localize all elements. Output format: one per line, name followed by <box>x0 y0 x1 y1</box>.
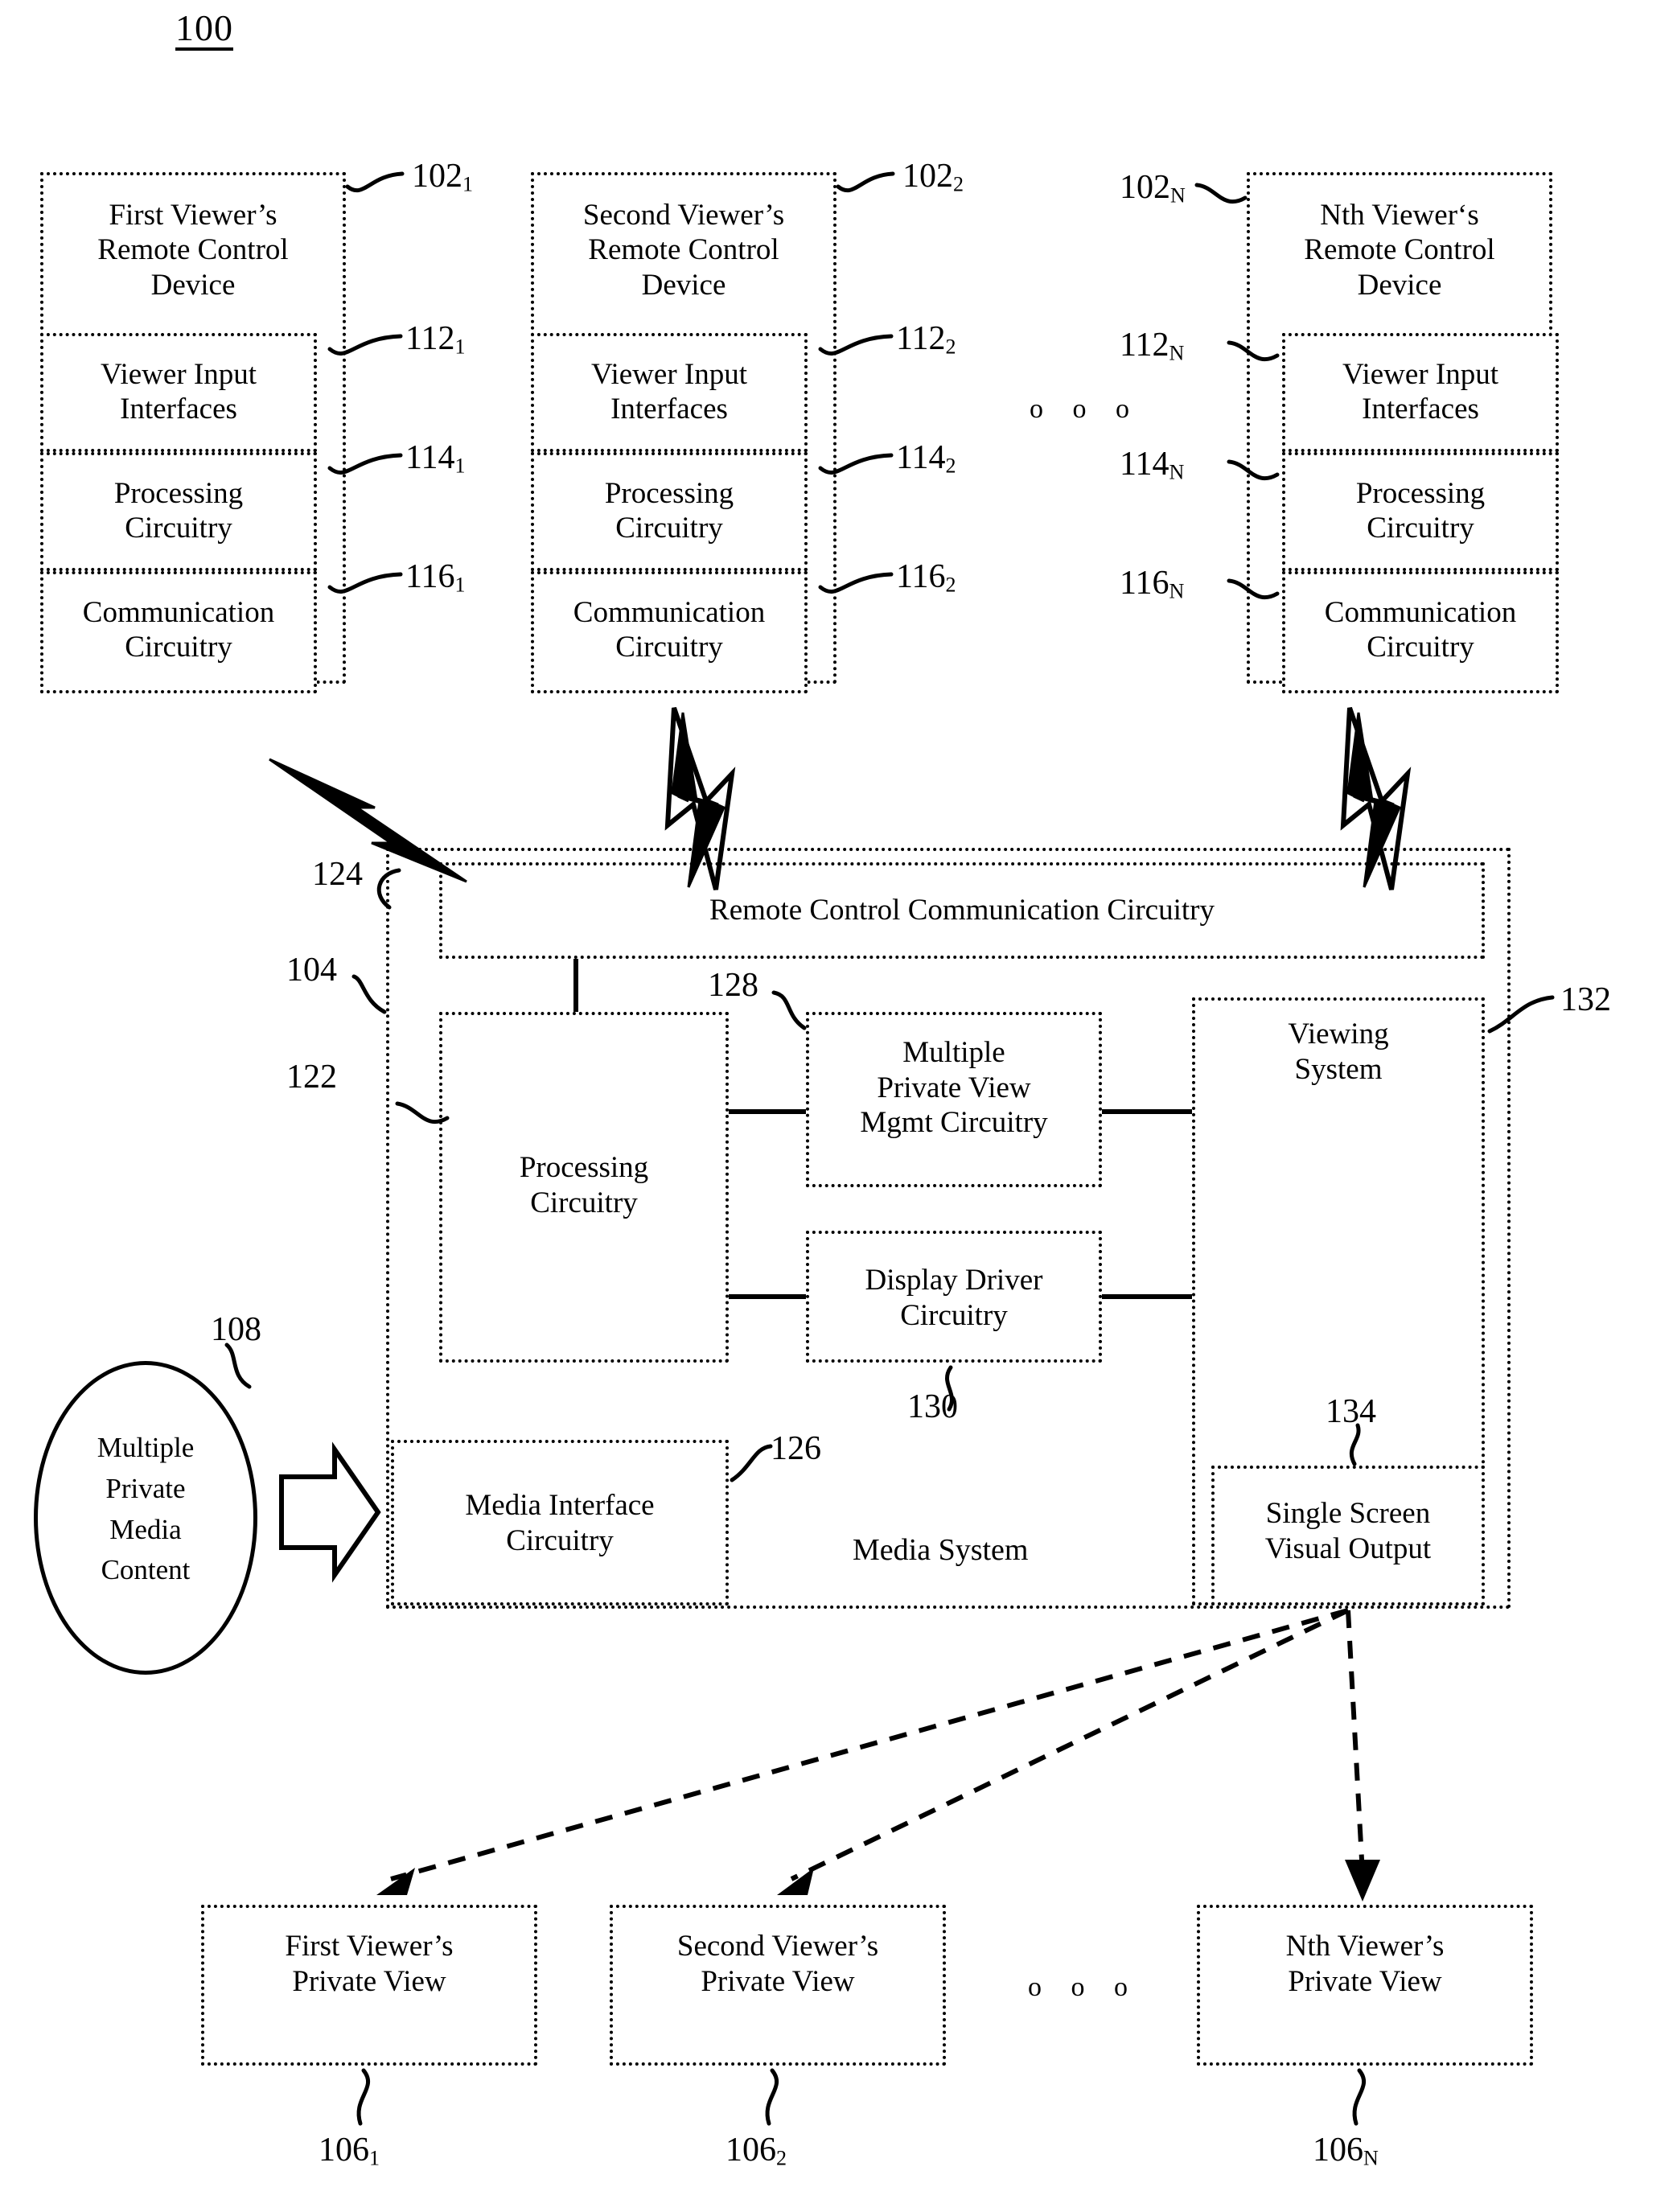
ref-116-n: 116N <box>1120 565 1185 603</box>
mpv-mgmt-label: Multiple Private View Mgmt Circuitry <box>860 1036 1048 1140</box>
ref-106-2: 1062 <box>726 2132 787 2170</box>
private-view-1: First Viewer’s Private View <box>201 1905 537 2066</box>
media-interface-label: Media Interface Circuitry <box>465 1489 655 1557</box>
ref-102-1: 1021 <box>412 158 474 196</box>
arrowhead-view-2 <box>777 1868 814 1895</box>
display-driver-label: Display Driver Circuitry <box>865 1264 1043 1332</box>
media-processing-label: Processing Circuitry <box>519 1151 649 1219</box>
leader-108 <box>224 1342 252 1389</box>
ref-132: 132 <box>1560 981 1611 1018</box>
device-1-viewer-input-interfaces: Viewer Input Interfaces <box>40 333 317 452</box>
device-1-module-0-label: Viewer Input Interfaces <box>100 358 257 426</box>
private-view-arrows <box>390 1608 1365 1881</box>
ref-102-2: 1022 <box>902 158 964 196</box>
leader-104 <box>351 974 387 1014</box>
media-content-block-arrow <box>279 1441 381 1583</box>
media-system-label: Media System <box>853 1533 1029 1567</box>
rc-comm-label: Remote Control Communication Circuitry <box>709 894 1215 927</box>
arrow-line-to-view-1 <box>390 1608 1349 1881</box>
multiple-private-view-mgmt-circuitry: Multiple Private View Mgmt Circuitry <box>806 1012 1102 1187</box>
single-screen-label: Single Screen Visual Output <box>1264 1497 1432 1565</box>
media-content-label: Multiple Private Media Content <box>97 1432 195 1586</box>
leader-106-1 <box>356 2068 371 2126</box>
arrow-line-to-view-n <box>1346 1610 1365 1875</box>
leader-102-n <box>1194 183 1248 204</box>
ref-122: 122 <box>286 1059 337 1096</box>
device-n-title: Nth Viewer‘s Remote Control Device <box>1304 199 1495 302</box>
device-n-processing-circuitry: Processing Circuitry <box>1282 452 1559 571</box>
ref-106-1: 1061 <box>319 2132 380 2170</box>
private-view-1-label: First Viewer’s Private View <box>285 1930 454 1998</box>
ref-116-1: 1161 <box>405 558 466 597</box>
device-1-module-1-label: Processing Circuitry <box>113 477 244 545</box>
leader-106-2 <box>765 2068 779 2126</box>
remote-control-device-n: Nth Viewer‘s Remote Control Device Viewe… <box>1247 172 1559 693</box>
private-view-2-label: Second Viewer’s Private View <box>676 1930 879 1998</box>
device-2-communication-circuitry: Communication Circuitry <box>531 571 808 693</box>
ref-112-n: 112N <box>1120 327 1185 365</box>
device-2-viewer-input-interfaces: Viewer Input Interfaces <box>531 333 808 452</box>
arrowhead-view-n <box>1345 1860 1380 1902</box>
device-2-module-0-label: Viewer Input Interfaces <box>590 358 747 426</box>
device-n-module-1-label: Processing Circuitry <box>1355 477 1486 545</box>
arrowhead-view-1 <box>376 1868 415 1895</box>
device-row-ellipsis: o o o <box>1030 394 1141 424</box>
ref-108: 108 <box>211 1311 261 1348</box>
device-1-processing-circuitry: Processing Circuitry <box>40 452 317 571</box>
device-n-communication-circuitry: Communication Circuitry <box>1282 571 1559 693</box>
ref-114-1: 1141 <box>405 439 466 478</box>
private-view-n-label: Nth Viewer’s Private View <box>1285 1930 1445 1998</box>
device-n-viewer-input-interfaces: Viewer Input Interfaces <box>1282 333 1559 452</box>
device-2-module-1-label: Processing Circuitry <box>604 477 734 545</box>
private-view-2: Second Viewer’s Private View <box>610 1905 946 2066</box>
display-driver-circuitry: Display Driver Circuitry <box>806 1231 1102 1363</box>
device-n-module-2-label: Communication Circuitry <box>1324 596 1517 664</box>
single-screen-visual-output: Single Screen Visual Output <box>1211 1466 1485 1606</box>
ref-128: 128 <box>708 967 758 1004</box>
ref-104: 104 <box>286 952 337 989</box>
device-1-module-2-label: Communication Circuitry <box>82 596 275 664</box>
ref-112-1: 1121 <box>405 320 466 359</box>
ref-112-2: 1122 <box>896 320 956 359</box>
device-1-title: First Viewer’s Remote Control Device <box>97 199 289 302</box>
leader-102-2 <box>836 171 895 193</box>
private-view-row-ellipsis: o o o <box>1028 1972 1139 2002</box>
remote-control-device-2: Second Viewer’s Remote Control Device Vi… <box>531 172 836 693</box>
media-interface-circuitry: Media Interface Circuitry <box>391 1440 729 1606</box>
ref-124: 124 <box>312 856 363 893</box>
viewing-system-label: Viewing System <box>1288 1018 1389 1086</box>
ref-106-n: 106N <box>1313 2132 1379 2170</box>
ref-134: 134 <box>1326 1393 1376 1430</box>
remote-control-device-1: First Viewer’s Remote Control Device Vie… <box>40 172 346 693</box>
remote-control-communication-circuitry: Remote Control Communication Circuitry <box>439 862 1485 959</box>
ref-102-n: 102N <box>1120 169 1186 208</box>
private-view-n: Nth Viewer’s Private View <box>1197 1905 1533 2066</box>
device-2-processing-circuitry: Processing Circuitry <box>531 452 808 571</box>
device-2-module-2-label: Communication Circuitry <box>573 596 766 664</box>
ref-126: 126 <box>771 1430 821 1467</box>
arrow-line-to-view-2 <box>790 1608 1350 1881</box>
device-2-title: Second Viewer’s Remote Control Device <box>582 199 785 302</box>
private-view-arrowheads <box>376 1860 1380 1902</box>
leader-102-1 <box>345 171 405 193</box>
device-1-communication-circuitry: Communication Circuitry <box>40 571 317 693</box>
figure-number: 100 <box>175 7 233 48</box>
ref-114-n: 114N <box>1120 446 1185 484</box>
device-n-module-0-label: Viewer Input Interfaces <box>1342 358 1498 426</box>
patent-figure-canvas: 100 First Viewer’s Remote Control Device… <box>0 0 1673 2212</box>
media-processing-circuitry: Processing Circuitry <box>439 1012 729 1363</box>
ref-130: 130 <box>907 1388 958 1425</box>
multiple-private-media-content: Multiple Private Media Content <box>34 1361 257 1675</box>
leader-106-n <box>1352 2068 1367 2126</box>
ref-116-2: 1162 <box>896 558 956 597</box>
ref-114-2: 1142 <box>896 439 956 478</box>
